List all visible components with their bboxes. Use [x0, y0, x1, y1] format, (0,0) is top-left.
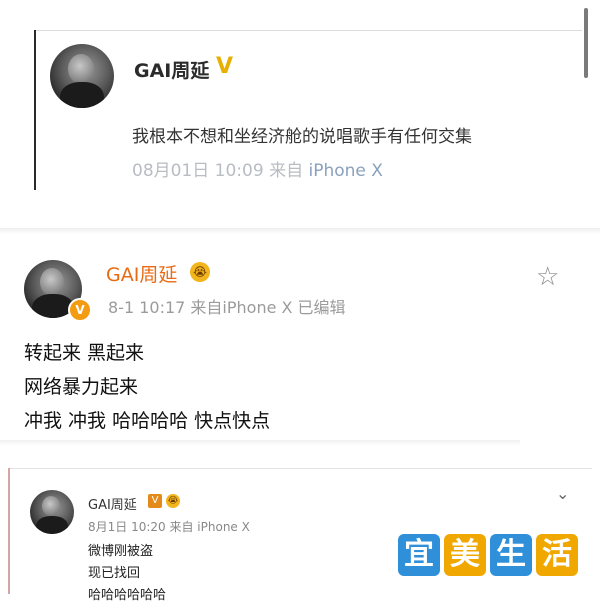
- avatar[interactable]: [30, 490, 74, 534]
- watermark-char: 活: [536, 534, 578, 576]
- card-shadow: [0, 228, 600, 234]
- post-text-line: 网络暴力起来: [24, 376, 139, 398]
- author-name[interactable]: GAI周延: [88, 494, 137, 513]
- source-device-link[interactable]: iPhone X: [308, 161, 382, 181]
- card-border: [8, 468, 10, 594]
- verified-icon: V: [216, 54, 234, 79]
- post-text-line: 微博刚被盗: [88, 544, 154, 559]
- crying-emoji-icon: 😭: [190, 262, 210, 282]
- post-meta: 8月1日 10:20 来自 iPhone X: [88, 520, 250, 534]
- verified-icon: V: [148, 494, 162, 508]
- post-text-line: 现已找回: [88, 566, 141, 581]
- verified-icon: V: [68, 298, 92, 322]
- watermark-char: 美: [444, 534, 486, 576]
- card-border: [34, 30, 36, 190]
- post-meta: 8-1 10:17 来自iPhone X 已编辑: [108, 298, 346, 317]
- scrollbar[interactable]: [584, 8, 588, 78]
- post-date: 08月01日 10:09: [132, 161, 264, 181]
- card-shadow: [0, 440, 520, 446]
- watermark-char: 生: [490, 534, 532, 576]
- post-card-1: GAI周延 V 我根本不想和坐经济舱的说唱歌手有任何交集 08月01日 10:0…: [0, 0, 600, 200]
- post-card-2: V GAI周延 😭 ☆ 8-1 10:17 来自iPhone X 已编辑 转起来…: [0, 228, 600, 450]
- post-text-line: 转起来 黑起来: [24, 342, 145, 364]
- author-name[interactable]: GAI周延: [134, 56, 209, 83]
- avatar[interactable]: [50, 44, 114, 108]
- card-divider: [34, 30, 582, 31]
- post-text-line: 冲我 冲我 哈哈哈哈 快点快点: [24, 410, 271, 432]
- card-divider: [8, 468, 592, 469]
- source-prefix: 来自: [269, 161, 304, 181]
- chevron-down-icon[interactable]: ⌄: [556, 484, 569, 503]
- star-icon[interactable]: ☆: [536, 262, 559, 292]
- post-meta: 08月01日 10:09 来自 iPhone X: [132, 156, 383, 181]
- post-text: 我根本不想和坐经济舱的说唱歌手有任何交集: [132, 127, 472, 147]
- crying-emoji-icon: 😭: [166, 494, 180, 508]
- author-name[interactable]: GAI周延: [106, 260, 177, 287]
- watermark-char: 宜: [398, 534, 440, 576]
